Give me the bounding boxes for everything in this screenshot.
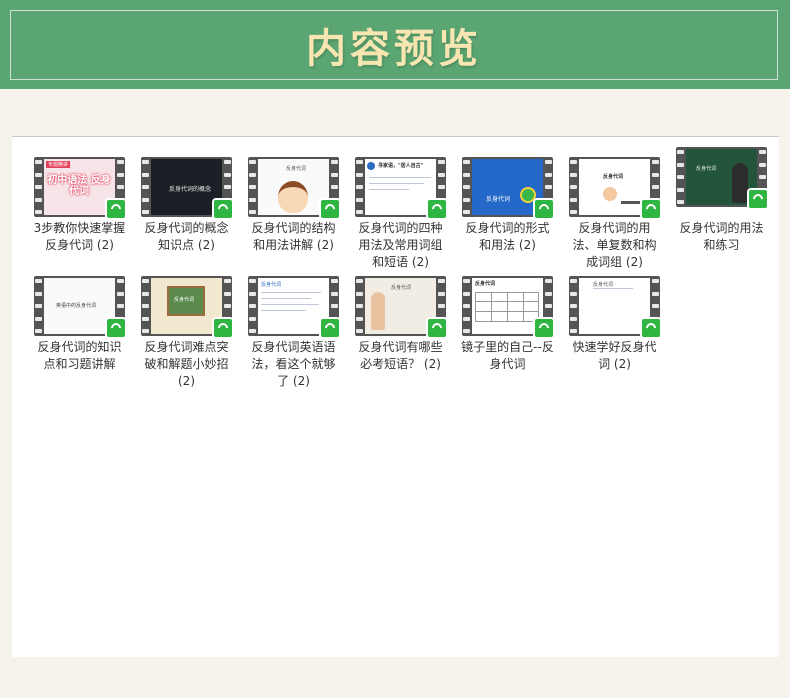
film-sprocket — [141, 279, 150, 333]
grammar-table — [475, 292, 539, 322]
film-sprocket — [569, 279, 578, 333]
play-badge-icon — [105, 317, 127, 339]
video-thumbnail[interactable]: 反身代词 — [569, 276, 662, 339]
film-sprocket — [248, 160, 257, 214]
film-sprocket — [248, 279, 257, 333]
video-caption: 快速学好反身代词 (2) — [572, 340, 657, 371]
video-thumbnail[interactable]: 反身代词 — [141, 276, 234, 339]
video-caption: 反身代词的结构和用法讲解 (2) — [251, 221, 336, 252]
thumb-title: 反身代词 — [696, 166, 717, 172]
text-line — [369, 189, 409, 190]
video-caption: 镜子里的自己--反身代词 — [461, 340, 554, 371]
thumb-title: 英语中的反身代词 — [56, 303, 97, 309]
video-caption: 3步教你快速掌握反身代词 (2) — [33, 221, 126, 252]
header-frame: 内容预览 — [10, 10, 778, 80]
cartoon-face-icon — [603, 187, 617, 201]
text-line — [261, 292, 321, 293]
text-line — [369, 177, 431, 178]
teacher-figure-icon — [371, 292, 385, 330]
teacher-figure-icon — [732, 163, 748, 203]
text-line — [261, 304, 319, 305]
thumb-title: 初中语法 反身代词 — [47, 175, 111, 197]
film-sprocket — [34, 279, 43, 333]
video-thumbnail[interactable]: 英语中的反身代词 — [34, 276, 127, 339]
video-thumbnail[interactable]: 反身代词 — [248, 276, 341, 339]
video-thumbnail[interactable]: 反身代词 — [248, 157, 341, 220]
film-sprocket — [462, 279, 471, 333]
text-line — [261, 310, 306, 311]
thumb-title: 寻家语，"居人自古" — [378, 163, 424, 169]
film-sprocket — [34, 160, 43, 214]
video-thumbnail[interactable]: 反身代词 — [569, 157, 662, 220]
thumb-title: 反身代词 — [603, 174, 624, 180]
play-badge-icon — [533, 317, 555, 339]
film-sprocket — [355, 279, 364, 333]
thumb-title: 反身代词 — [391, 285, 412, 291]
film-sprocket — [569, 160, 578, 214]
thumb-tag: 专题精讲 — [46, 161, 71, 168]
play-badge-icon — [747, 188, 769, 210]
video-caption: 反身代词的四种用法及常用词组和短语 (2) — [358, 221, 443, 269]
thumb-title: 反身代词 — [593, 282, 614, 288]
play-badge-icon — [212, 317, 234, 339]
thumb-title: 反身代词的概念 — [169, 186, 212, 193]
page-title: 内容预览 — [306, 25, 482, 72]
play-badge-icon — [105, 198, 127, 220]
video-caption: 反身代词的用法、单复数和构成词组 (2) — [572, 221, 657, 269]
video-thumbnail[interactable]: 反身代词 — [462, 276, 555, 339]
divider — [621, 201, 641, 204]
video-caption: 反身代词的知识点和习题讲解 — [37, 340, 122, 371]
thumb-title: 反身代词 — [261, 282, 282, 288]
play-badge-icon — [426, 317, 448, 339]
video-caption: 反身代词的用法和练习 — [679, 221, 764, 252]
thumb-title: 反身代词 — [286, 166, 307, 172]
video-thumbnail[interactable]: 反身代词的概念 — [141, 157, 234, 220]
cartoon-face-icon — [278, 181, 308, 213]
video-thumbnail[interactable]: 专题精讲 初中语法 反身代词 — [34, 157, 127, 220]
video-thumbnail[interactable]: 反身代词 — [676, 147, 769, 210]
video-thumbnail[interactable]: 寻家语，"居人自古" — [355, 157, 448, 220]
video-caption: 反身代词的形式和用法 (2) — [465, 221, 550, 252]
film-sprocket — [462, 160, 471, 214]
video-caption: 反身代词英语语法，看这个就够了 (2) — [251, 340, 336, 388]
play-badge-icon — [640, 317, 662, 339]
video-thumbnail[interactable]: 反身代词 — [462, 157, 555, 220]
play-badge-icon — [319, 317, 341, 339]
text-line — [369, 183, 424, 184]
video-caption: 反身代词的概念知识点 (2) — [144, 221, 229, 252]
thumb-title: 反身代词 — [486, 196, 511, 203]
video-caption: 反身代词难点突破和解题小妙招 (2) — [144, 340, 229, 388]
preview-panel: 专题精讲 初中语法 反身代词 3步教你快速掌握反身代词 (2) 反身代词的概念 … — [12, 136, 779, 657]
play-badge-icon — [640, 198, 662, 220]
header-banner: 内容预览 — [0, 0, 790, 89]
text-line — [593, 288, 633, 289]
thumb-title: 反身代词 — [475, 281, 496, 287]
film-sprocket — [355, 160, 364, 214]
play-badge-icon — [533, 198, 555, 220]
video-caption: 反身代词有哪些必考短语？ (2) — [358, 340, 443, 371]
play-badge-icon — [319, 198, 341, 220]
video-thumbnail[interactable]: 反身代词 — [355, 276, 448, 339]
play-badge-icon — [426, 198, 448, 220]
play-badge-icon — [212, 198, 234, 220]
thumb-title: 反身代词 — [174, 297, 195, 303]
number-badge-icon — [367, 162, 375, 170]
text-line — [261, 298, 311, 299]
film-sprocket — [676, 150, 685, 204]
film-sprocket — [141, 160, 150, 214]
